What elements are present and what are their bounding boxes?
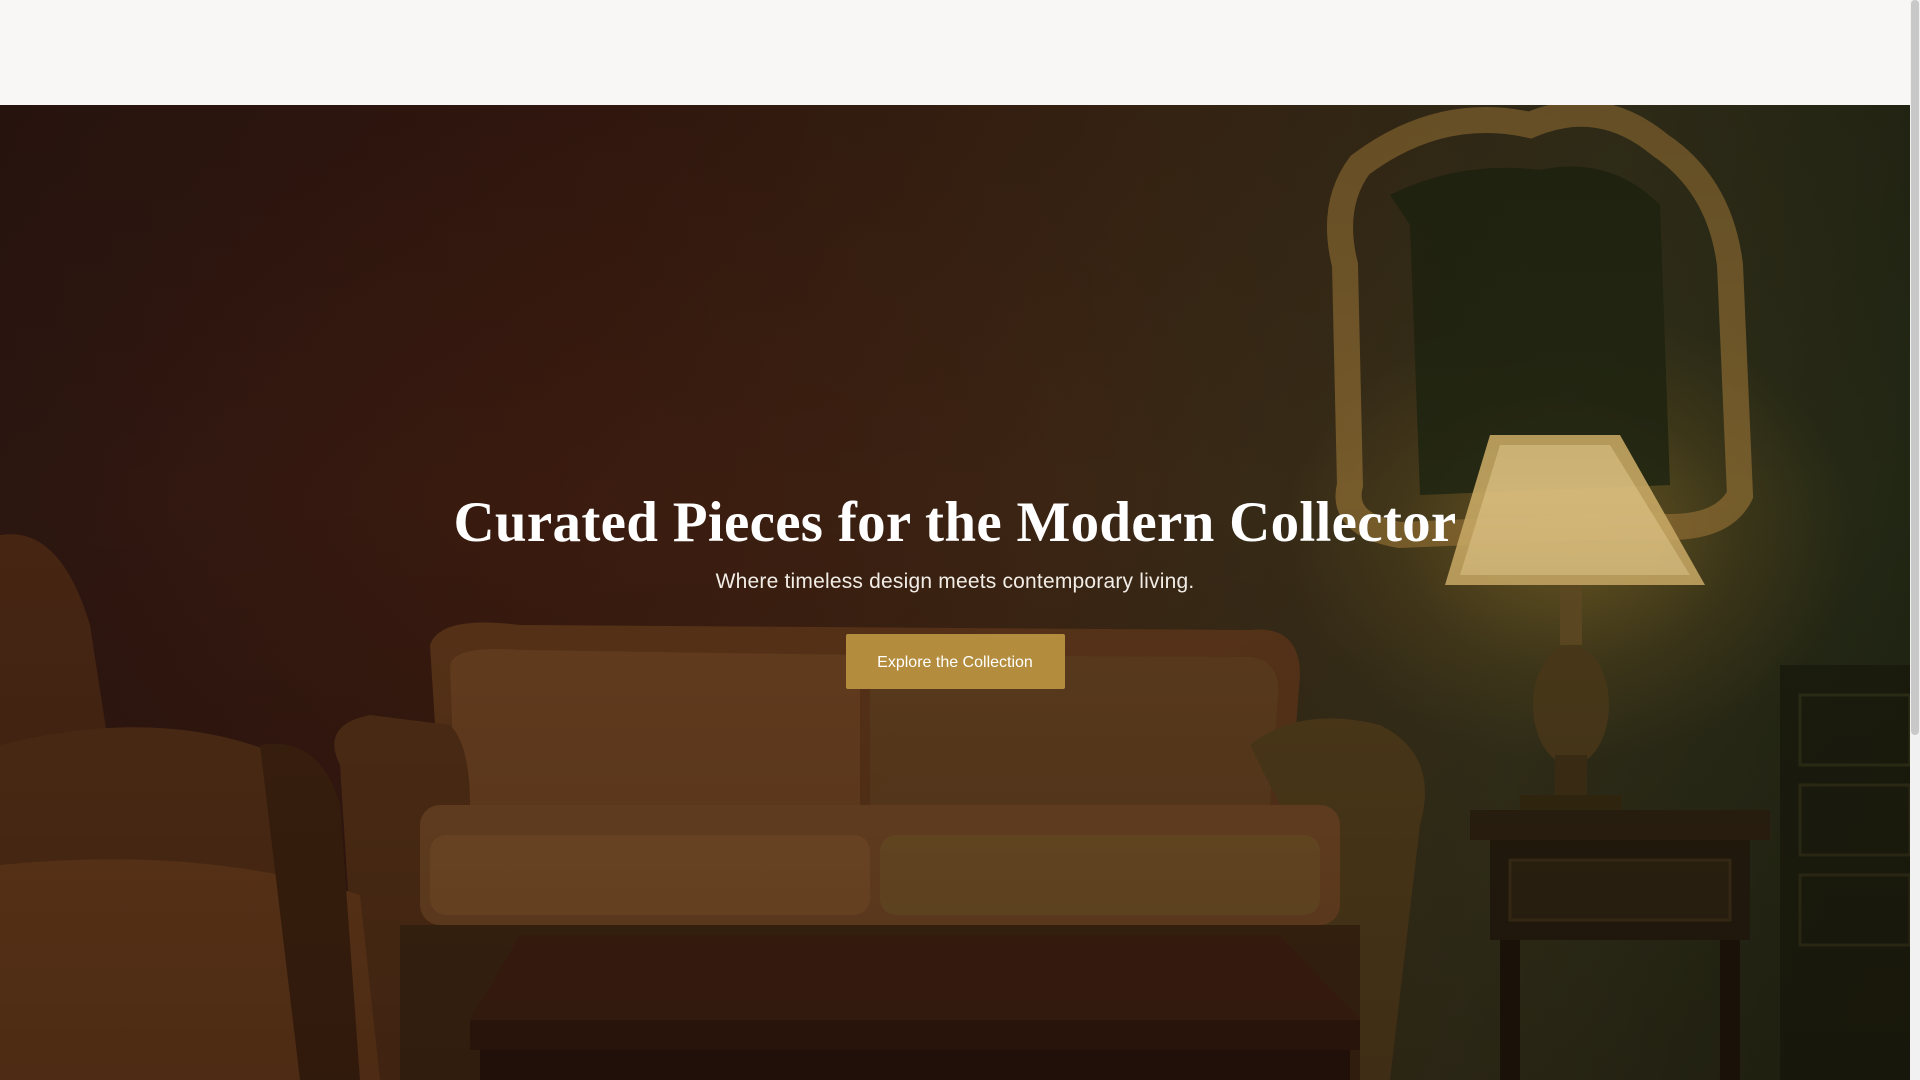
hero-content: Curated Pieces for the Modern Collector … [0, 490, 1910, 689]
hero-section: Curated Pieces for the Modern Collector … [0, 105, 1910, 1080]
hero-subtitle: Where timeless design meets contemporary… [715, 570, 1195, 593]
page-scrollbar[interactable] [1910, 0, 1920, 1080]
page: Curated Pieces for the Modern Collector … [0, 0, 1920, 1080]
explore-collection-button[interactable]: Explore the Collection [845, 634, 1065, 689]
hero-title: Curated Pieces for the Modern Collector [453, 491, 1457, 554]
site-header [0, 0, 1910, 105]
scrollbar-thumb[interactable] [1911, 0, 1919, 735]
